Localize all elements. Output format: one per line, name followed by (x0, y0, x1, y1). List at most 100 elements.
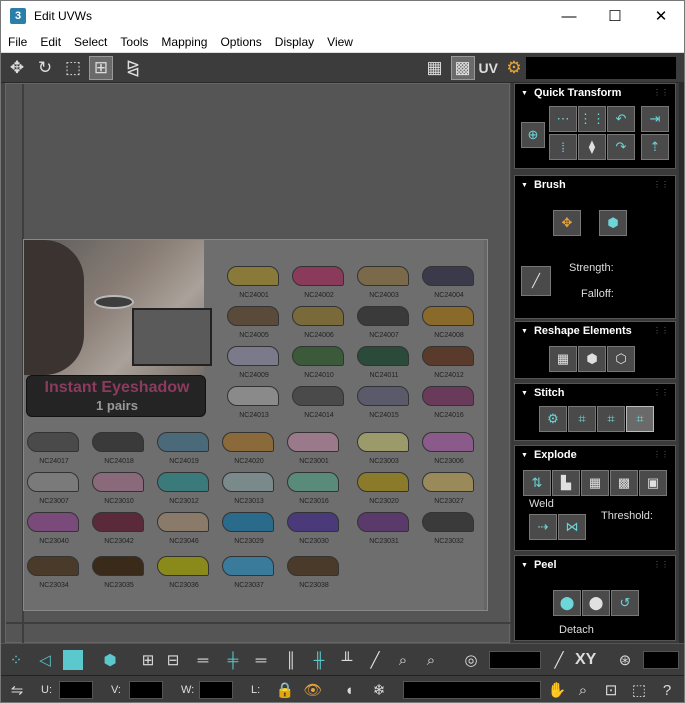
shrink-ring-icon[interactable]: ╨ (335, 648, 359, 672)
pan-icon[interactable]: ✋ (545, 678, 569, 702)
quick-peel-icon[interactable]: ⬤ (553, 590, 581, 616)
break-icon[interactable]: ⇅ (523, 470, 551, 496)
loop-icon[interactable]: ═ (191, 648, 215, 672)
menu-select[interactable]: Select (67, 31, 113, 53)
swatch-shape (287, 556, 339, 576)
rotate-cw-icon[interactable]: ↷ (607, 134, 635, 160)
swatch-shape (287, 512, 339, 532)
maximize-button[interactable]: ☐ (592, 1, 638, 31)
weld-selected-icon[interactable]: ⇢ (529, 514, 557, 540)
align-to-edge-icon[interactable]: ⇡ (641, 134, 669, 160)
swatch-shape (222, 432, 274, 452)
coordinate-space-icon[interactable]: ⊛ (613, 648, 637, 672)
stitch-source-icon[interactable]: ⌗ (626, 406, 654, 432)
relax-brush-icon[interactable]: ⬢ (599, 210, 627, 236)
swatch-shape (157, 556, 209, 576)
flatten-icon[interactable]: ▩ (610, 470, 638, 496)
checker-icon[interactable]: ▦ (423, 56, 447, 80)
menu-display[interactable]: Display (268, 31, 320, 53)
falloff-line-icon[interactable]: ╱ (547, 648, 571, 672)
peel-mode-icon[interactable]: ⬤ (582, 590, 610, 616)
menu-view[interactable]: View (320, 31, 359, 53)
close-button[interactable]: ✕ (638, 1, 684, 31)
stitch-target-icon[interactable]: ⌗ (568, 406, 596, 432)
menu-options[interactable]: Options (213, 31, 267, 53)
panel-scrollbar[interactable] (679, 83, 684, 643)
straighten-icon[interactable]: ▦ (549, 346, 577, 372)
shrink-selection-icon[interactable]: ⊟ (161, 648, 185, 672)
shrink-loop-icon[interactable]: ═ (249, 648, 273, 672)
menu-tools[interactable]: Tools (113, 31, 154, 53)
space-vertical-icon[interactable]: ⇥ (641, 106, 669, 132)
absolute-relative-icon[interactable]: ⇋ (5, 678, 29, 702)
weld-all-selected-icon[interactable]: ⋈ (558, 514, 586, 540)
freeform-icon[interactable]: ⊞ (89, 55, 113, 80)
w-field[interactable] (199, 681, 233, 699)
menu-mapping[interactable]: Mapping (154, 31, 213, 53)
relax-icon[interactable]: ⬢ (578, 346, 606, 372)
stitch-title[interactable]: Stitch (521, 387, 565, 399)
filter-dropdown[interactable] (403, 681, 541, 699)
brush-title[interactable]: Brush (521, 179, 566, 191)
vertex-select-icon[interactable]: ⁘ (4, 648, 28, 672)
grow-loop-icon[interactable]: ╪ (221, 648, 245, 672)
grow-selection-icon[interactable]: ⊞ (136, 648, 160, 672)
swatch-shape (227, 386, 279, 406)
stitch-average-icon[interactable]: ⌗ (597, 406, 625, 432)
brush-stroke-icon[interactable]: ╱ (521, 266, 551, 296)
peel-title[interactable]: Peel (521, 559, 557, 571)
element-select-icon[interactable]: ⬢ (98, 648, 122, 672)
texture-checker-icon[interactable]: ▩ (450, 55, 475, 80)
zoom-icon[interactable]: ⌕ (571, 678, 595, 702)
lock-icon[interactable]: 🔒 (273, 678, 297, 702)
mirror-icon[interactable]: ⧎ (121, 56, 145, 80)
flatten-by-material-icon[interactable]: ▣ (639, 470, 667, 496)
v-field[interactable] (129, 681, 163, 699)
paint-move-icon[interactable]: ✥ (553, 210, 581, 236)
stitch-custom-icon[interactable]: ⚙ (539, 406, 567, 432)
texture-dropdown[interactable] (526, 57, 676, 79)
explode-smoothing-icon[interactable]: ▙ (552, 470, 580, 496)
edge-select-icon[interactable]: ◁ (33, 648, 57, 672)
explode-title[interactable]: Explode (521, 449, 577, 461)
polygon-select-icon[interactable] (61, 648, 85, 672)
falloff-value[interactable] (643, 651, 679, 669)
uv-viewport[interactable]: Instant Eyeshadow 1 pairs NC24001 NC24002… (5, 83, 511, 644)
align-vertical-icon[interactable]: ⋮⋮ (578, 106, 606, 132)
zoom-extents-icon[interactable]: ⬚ (627, 678, 651, 702)
uv-settings-icon[interactable]: ⚙ (502, 56, 526, 80)
freeform-pivot-icon[interactable]: ⊕ (521, 122, 545, 148)
align-horizontal-icon[interactable]: ⋯ (549, 106, 577, 132)
soft-selection-value[interactable] (489, 651, 541, 669)
enlarge-brush-icon[interactable]: ⌕ (391, 648, 415, 672)
u-field[interactable] (59, 681, 93, 699)
hide-icon[interactable]: 👁 (301, 678, 325, 702)
reset-peel-icon[interactable]: ↺ (611, 590, 639, 616)
help-icon[interactable]: ? (655, 678, 679, 702)
reshape-title[interactable]: Reshape Elements (521, 325, 632, 337)
quick-transform-title[interactable]: Quick Transform (521, 87, 621, 99)
uv-label[interactable]: UV (479, 60, 498, 76)
soft-selection-icon[interactable]: ◎ (459, 648, 483, 672)
explode-material-icon[interactable]: ▦ (581, 470, 609, 496)
shrink-brush-icon[interactable]: ⌕ (419, 648, 443, 672)
move-icon[interactable]: ✥ (5, 56, 29, 80)
minimize-button[interactable]: — (546, 1, 592, 31)
xy-label[interactable]: XY (575, 651, 596, 669)
relax-tool-icon[interactable]: ⬡ (607, 346, 635, 372)
align-grid-icon[interactable]: ⧫ (578, 134, 606, 160)
space-horizontal-icon[interactable]: ⁞ (549, 134, 577, 160)
swatch-code: NC23003 (369, 458, 399, 465)
grow-ring-icon[interactable]: ╫ (307, 648, 331, 672)
rotate-ccw-icon[interactable]: ↶ (607, 106, 635, 132)
paint-select-icon[interactable]: ╱ (363, 648, 387, 672)
rotate-icon[interactable]: ↻ (33, 56, 57, 80)
scale-icon[interactable]: ⬚ (61, 56, 85, 80)
menu-edit[interactable]: Edit (33, 31, 67, 53)
menu-file[interactable]: File (1, 31, 33, 53)
freeze-icon[interactable]: ❄ (367, 678, 391, 702)
zoom-region-icon[interactable]: ⊡ (599, 678, 623, 702)
unhide-icon[interactable]: ◖ (337, 678, 361, 702)
top-toolbar: ✥ ↻ ⬚ ⊞ ⧎ ▦ ▩ UV ⚙ (1, 53, 684, 83)
ring-icon[interactable]: ║ (279, 648, 303, 672)
